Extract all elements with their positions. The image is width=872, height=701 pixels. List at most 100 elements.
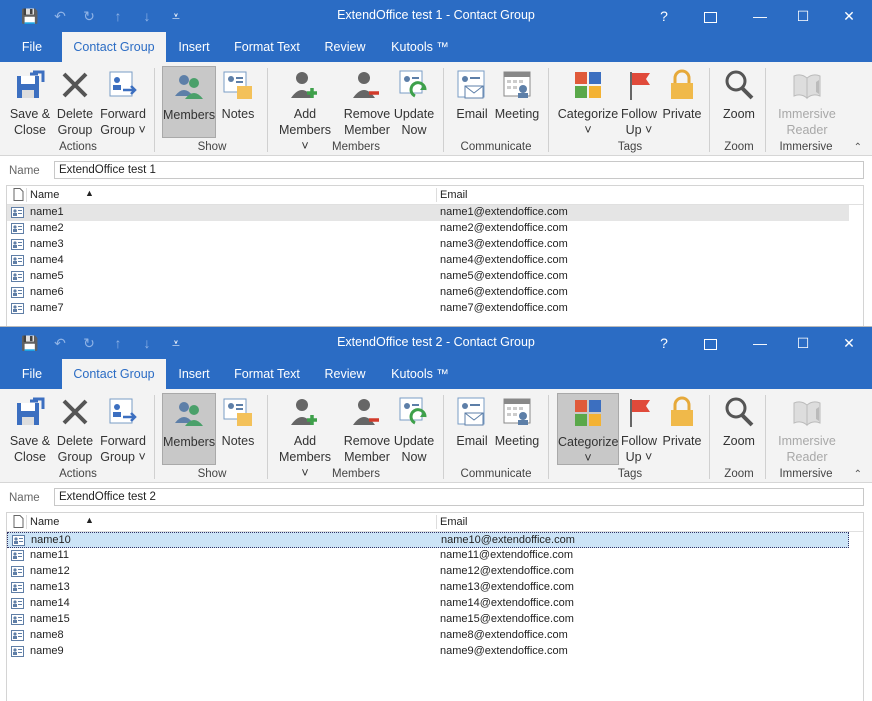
group-members: Members bbox=[332, 468, 380, 480]
meeting-icon bbox=[500, 395, 534, 429]
group-name-field[interactable]: ExtendOffice test 1 bbox=[54, 161, 864, 179]
close-button[interactable]: ✕ bbox=[835, 4, 863, 28]
meeting-button[interactable]: Meeting bbox=[492, 66, 542, 138]
column-divider bbox=[436, 515, 437, 529]
maximize-button[interactable]: ☐ bbox=[789, 4, 817, 28]
minimize-button[interactable]: — bbox=[746, 331, 774, 355]
zoom-button[interactable]: Zoom bbox=[718, 393, 760, 465]
update-now-button[interactable]: Update Now bbox=[390, 393, 438, 465]
categorize-button[interactable]: Categorize ˅ bbox=[557, 66, 619, 138]
help-button[interactable]: ? bbox=[650, 331, 678, 355]
meeting-button[interactable]: Meeting bbox=[492, 393, 542, 465]
delete-group-button[interactable]: Delete Group bbox=[50, 393, 100, 465]
contact-card-icon bbox=[11, 582, 24, 593]
zoom-icon bbox=[722, 68, 756, 102]
members-button[interactable]: Members bbox=[162, 393, 216, 465]
tab-review[interactable]: Review bbox=[314, 359, 376, 389]
categorize-button[interactable]: Categorize ˅ bbox=[557, 393, 619, 465]
list-item[interactable]: name11 name11@extendoffice.com bbox=[7, 548, 849, 564]
button-label: Meeting bbox=[494, 434, 540, 448]
meeting-icon bbox=[500, 68, 534, 102]
tab-file[interactable]: File bbox=[14, 32, 50, 62]
column-header-name[interactable]: Name bbox=[30, 516, 59, 528]
ribbon-display-button[interactable] bbox=[696, 4, 724, 28]
zoom-button[interactable]: Zoom bbox=[718, 66, 760, 138]
column-header-email[interactable]: Email bbox=[440, 189, 468, 201]
member-email: name2@extendoffice.com bbox=[440, 222, 568, 234]
member-email: name15@extendoffice.com bbox=[440, 613, 574, 625]
minimize-button[interactable]: — bbox=[746, 4, 774, 28]
list-item[interactable]: name9 name9@extendoffice.com bbox=[7, 644, 849, 660]
list-item[interactable]: name12 name12@extendoffice.com bbox=[7, 564, 849, 580]
notes-button[interactable]: Notes bbox=[216, 393, 260, 465]
member-email: name9@extendoffice.com bbox=[440, 645, 568, 657]
remove-member-button[interactable]: Remove Member bbox=[338, 393, 396, 465]
collapse-ribbon-icon[interactable]: ⌃ bbox=[854, 142, 862, 153]
help-button[interactable]: ? bbox=[650, 4, 678, 28]
save-close-button[interactable]: Save & Close bbox=[4, 393, 56, 465]
notes-button[interactable]: Notes bbox=[216, 66, 260, 138]
remove-icon bbox=[350, 395, 384, 429]
button-label-line2: Up ˅ bbox=[625, 450, 653, 464]
save-close-button[interactable]: Save & Close bbox=[4, 66, 56, 138]
forward-group-button[interactable]: Forward Group ˅ bbox=[96, 393, 150, 465]
group-name-field[interactable]: ExtendOffice test 2 bbox=[54, 488, 864, 506]
tab-insert[interactable]: Insert bbox=[168, 32, 220, 62]
forward-group-button[interactable]: Forward Group ˅ bbox=[96, 66, 150, 138]
column-header-email[interactable]: Email bbox=[440, 516, 468, 528]
close-button[interactable]: ✕ bbox=[835, 331, 863, 355]
update-now-button[interactable]: Update Now bbox=[390, 66, 438, 138]
follow-up-button[interactable]: Follow Up ˅ bbox=[618, 393, 660, 465]
tab-kutools[interactable]: Kutools ™ bbox=[380, 32, 460, 62]
ribbon-display-button[interactable] bbox=[696, 331, 724, 355]
window-title: ExtendOffice test 2 - Contact Group bbox=[337, 335, 535, 349]
ribbon-divider bbox=[765, 68, 766, 152]
tab-kutools[interactable]: Kutools ™ bbox=[380, 359, 460, 389]
list-item[interactable]: name15 name15@extendoffice.com bbox=[7, 612, 849, 628]
ribbon-divider bbox=[267, 395, 268, 479]
members-button[interactable]: Members bbox=[162, 66, 216, 138]
tab-contact-group[interactable]: Contact Group bbox=[62, 359, 166, 389]
list-item[interactable]: name7 name7@extendoffice.com bbox=[7, 301, 849, 317]
list-item[interactable]: name10 name10@extendoffice.com bbox=[7, 532, 849, 548]
list-item[interactable]: name1 name1@extendoffice.com bbox=[7, 205, 849, 221]
member-name: name10 bbox=[31, 534, 71, 546]
follow-up-button[interactable]: Follow Up ˅ bbox=[618, 66, 660, 138]
tab-file[interactable]: File bbox=[14, 359, 50, 389]
tab-review[interactable]: Review bbox=[314, 32, 376, 62]
list-item[interactable]: name14 name14@extendoffice.com bbox=[7, 596, 849, 612]
ribbon-display-icon bbox=[703, 11, 717, 23]
delete-group-button[interactable]: Delete Group bbox=[50, 66, 100, 138]
list-item[interactable]: name4 name4@extendoffice.com bbox=[7, 253, 849, 269]
remove-member-button[interactable]: Remove Member bbox=[338, 66, 396, 138]
collapse-ribbon-icon[interactable]: ⌃ bbox=[854, 469, 862, 480]
button-label-line1: Save & bbox=[9, 107, 51, 121]
tab-contact-group[interactable]: Contact Group bbox=[62, 32, 166, 62]
tab-format-text[interactable]: Format Text bbox=[224, 32, 310, 62]
private-button[interactable]: Private bbox=[660, 393, 704, 465]
email-button[interactable]: Email bbox=[450, 393, 494, 465]
tab-insert[interactable]: Insert bbox=[168, 359, 220, 389]
add-members-button[interactable]: Add Members ˅ bbox=[274, 66, 336, 153]
tab-format-text[interactable]: Format Text bbox=[224, 359, 310, 389]
email-button[interactable]: Email bbox=[450, 66, 494, 138]
private-button[interactable]: Private bbox=[660, 66, 704, 138]
list-item[interactable]: name3 name3@extendoffice.com bbox=[7, 237, 849, 253]
immersive-reader-button: Immersive Reader bbox=[773, 66, 841, 138]
member-email: name10@extendoffice.com bbox=[441, 534, 575, 546]
ribbon-divider bbox=[548, 68, 549, 152]
column-header-name[interactable]: Name bbox=[30, 189, 59, 201]
list-item[interactable]: name8 name8@extendoffice.com bbox=[7, 628, 849, 644]
list-item[interactable]: name5 name5@extendoffice.com bbox=[7, 269, 849, 285]
list-item[interactable]: name6 name6@extendoffice.com bbox=[7, 285, 849, 301]
categorize-icon bbox=[571, 396, 605, 430]
list-item[interactable]: name2 name2@extendoffice.com bbox=[7, 221, 849, 237]
group-communicate: Communicate bbox=[460, 141, 532, 153]
add-members-button[interactable]: Add Members ˅ bbox=[274, 393, 336, 480]
save-icon bbox=[13, 395, 47, 429]
button-label: Email bbox=[456, 107, 488, 121]
del-icon bbox=[58, 395, 92, 429]
button-label-line1: Remove bbox=[343, 107, 391, 121]
maximize-button[interactable]: ☐ bbox=[789, 331, 817, 355]
list-item[interactable]: name13 name13@extendoffice.com bbox=[7, 580, 849, 596]
